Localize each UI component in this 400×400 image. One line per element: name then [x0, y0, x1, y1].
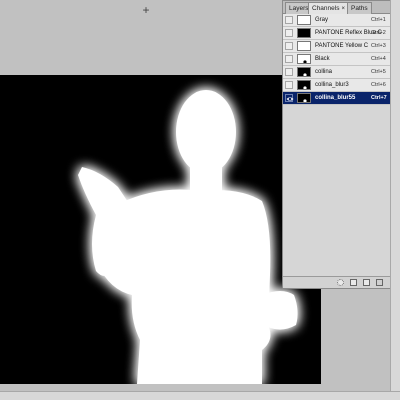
channel-name: PANTONE Yellow C: [315, 43, 369, 49]
channel-name: collina_blur3: [315, 82, 349, 88]
channel-thumbnail: [297, 28, 311, 38]
channel-list: Gray Ctrl+1 PANTONE Reflex Blue C Ctrl+2 PAN…: [283, 14, 392, 105]
channel-row[interactable]: collina_blur3 Ctrl+6: [283, 79, 392, 92]
channel-thumbnail: [297, 93, 311, 103]
channel-shortcut: Ctrl+5: [371, 69, 386, 75]
panel-tab-bar: Layers Channels × Paths: [283, 1, 392, 14]
tab-paths[interactable]: Paths: [347, 2, 372, 14]
channel-thumbnail: [297, 15, 311, 25]
channels-panel: Layers Channels × Paths Gray Ctrl+1 PANTONE…: [282, 0, 393, 289]
channel-row[interactable]: PANTONE Reflex Blue C Ctrl+2: [283, 27, 392, 40]
channel-shortcut: Ctrl+4: [371, 56, 386, 62]
crosshair-cursor-icon: +: [142, 3, 150, 17]
channel-row[interactable]: Black Ctrl+4: [283, 53, 392, 66]
eye-icon[interactable]: [285, 81, 293, 89]
channel-thumbnail: [297, 67, 311, 77]
channel-row[interactable]: collina_blur55 Ctrl+7: [283, 92, 392, 105]
channel-row[interactable]: PANTONE Yellow C Ctrl+3: [283, 40, 392, 53]
tab-close-icon[interactable]: ×: [341, 6, 345, 12]
channel-shortcut: Ctrl+1: [371, 17, 386, 23]
channel-thumbnail: [297, 41, 311, 51]
silhouette-figure: [78, 90, 298, 384]
tab-layers-label: Layers: [289, 5, 309, 12]
channel-shortcut: Ctrl+2: [371, 30, 386, 36]
channel-shortcut: Ctrl+7: [371, 95, 387, 101]
eye-icon[interactable]: [285, 94, 294, 102]
channel-shortcut: Ctrl+3: [371, 43, 386, 49]
horizontal-scrollbar[interactable]: [0, 391, 400, 400]
document-workspace: + Layers Channels × Paths Gray Ctrl+1 PA…: [0, 0, 400, 400]
tab-channels[interactable]: Channels ×: [308, 2, 349, 14]
image-canvas[interactable]: [0, 75, 321, 384]
tab-channels-label: Channels: [312, 5, 340, 12]
channel-shortcut: Ctrl+6: [371, 82, 386, 88]
channel-name: Black: [315, 56, 330, 62]
channel-thumbnail: [297, 80, 311, 90]
channel-row[interactable]: collina Ctrl+5: [283, 66, 392, 79]
eye-icon[interactable]: [285, 68, 293, 76]
trash-icon[interactable]: [376, 279, 383, 286]
channel-name: collina_blur55: [315, 95, 356, 101]
eye-icon[interactable]: [285, 55, 293, 63]
vertical-scrollbar[interactable]: [390, 0, 400, 400]
eye-icon[interactable]: [285, 42, 293, 50]
channel-row[interactable]: Gray Ctrl+1: [283, 14, 392, 27]
dotted-circle-icon[interactable]: [337, 279, 344, 286]
mask-icon[interactable]: [350, 279, 357, 286]
new-page-icon[interactable]: [363, 279, 370, 286]
channel-name: Gray: [315, 17, 329, 23]
channel-name: collina: [315, 69, 333, 75]
eye-icon[interactable]: [285, 16, 293, 24]
tab-paths-label: Paths: [351, 5, 368, 12]
panel-footer: [283, 276, 392, 288]
eye-icon[interactable]: [285, 29, 293, 37]
channel-thumbnail: [297, 54, 311, 64]
